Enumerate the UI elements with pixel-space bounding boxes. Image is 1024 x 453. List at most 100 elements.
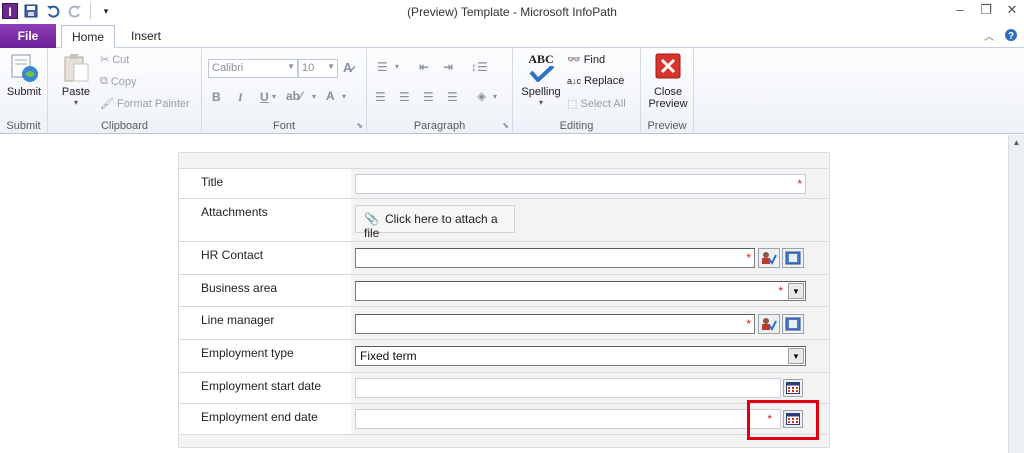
submit-icon (8, 52, 40, 84)
spelling-icon: ABC (525, 52, 557, 84)
required-marker: * (746, 251, 751, 265)
paragraph-group-label: Paragraph (413, 120, 466, 132)
paperclip-icon: 📎 (364, 212, 379, 226)
bold-button[interactable]: B (212, 90, 221, 104)
close-preview-label: Close Preview (648, 86, 688, 110)
chevron-down-icon: ▼ (327, 62, 335, 71)
paste-icon (60, 52, 92, 84)
paste-button[interactable]: Paste ▾ (56, 52, 96, 107)
find-label: Find (583, 53, 606, 66)
tab-insert[interactable]: Insert (121, 25, 171, 48)
font-dialog-launcher-icon[interactable]: ⬊ (356, 121, 363, 130)
form-row-employment-type: Employment type Fixed term ▼ (179, 339, 829, 372)
help-icon[interactable]: ? (1004, 28, 1018, 45)
underline-button[interactable]: U (260, 90, 269, 104)
bullets-dropdown-icon[interactable]: ▾ (395, 62, 399, 71)
employment-type-field-cell: Fixed term ▼ (351, 340, 829, 372)
editing-group: ABC Spelling ▾ 👓 Find a↓c Replace ⬚ Sele… (513, 48, 641, 134)
scroll-up-icon[interactable]: ▲ (1009, 135, 1024, 150)
line-manager-input[interactable]: * (355, 314, 755, 334)
select-all-button[interactable]: ⬚ Select All (567, 97, 626, 111)
font-color-dropdown-icon[interactable]: ▾ (342, 92, 346, 101)
cut-button[interactable]: ✂ Cut (100, 53, 130, 67)
ribbon-tabs: File Home Insert ︿ ? (0, 24, 1024, 48)
business-area-dropdown[interactable]: * ▼ (355, 281, 806, 301)
restore-icon[interactable]: ❐ (978, 2, 994, 18)
bullets-icon[interactable]: ☰ (377, 60, 388, 74)
employment-type-dropdown[interactable]: Fixed term ▼ (355, 346, 806, 366)
align-right-icon[interactable]: ☰ (423, 90, 434, 104)
spelling-dropdown-icon: ▾ (538, 98, 543, 107)
italic-button[interactable]: I (238, 90, 243, 105)
paste-button-label: Paste (61, 86, 91, 98)
select-all-icon: ⬚ (567, 98, 578, 110)
check-names-icon[interactable] (758, 248, 780, 268)
align-left-icon[interactable]: ☰ (375, 90, 386, 104)
underline-dropdown-icon[interactable]: ▾ (272, 92, 276, 101)
employment-start-date-input[interactable] (355, 378, 781, 398)
replace-button[interactable]: a↓c Replace (567, 75, 624, 87)
font-size-combo[interactable]: 10 ▼ (298, 59, 338, 78)
select-all-label: Select All (580, 97, 626, 110)
shading-icon[interactable]: ◈ (477, 89, 486, 103)
submit-group-label: Submit (6, 120, 41, 132)
form-row-attachments: Attachments 📎 Click here to attach a file (179, 198, 829, 241)
close-icon[interactable]: ✕ (1004, 2, 1020, 18)
submit-button[interactable]: Submit (5, 52, 43, 98)
address-book-icon[interactable] (782, 248, 804, 268)
shading-dropdown-icon[interactable]: ▾ (493, 92, 497, 101)
align-center-icon[interactable]: ☰ (399, 90, 410, 104)
line-spacing-icon[interactable]: ↕☰ (471, 60, 488, 74)
cut-label: Cut (112, 53, 130, 66)
required-marker: * (797, 177, 802, 191)
clipboard-group-label: Clipboard (100, 120, 149, 132)
hr-contact-field-cell: * (351, 242, 829, 274)
attach-file-label: Click here to attach a file (364, 212, 498, 240)
svg-text:?: ? (1008, 31, 1014, 42)
check-names-icon[interactable] (758, 314, 780, 334)
calendar-icon[interactable] (783, 379, 803, 397)
font-name-combo[interactable]: Calibri ▼ (208, 59, 298, 78)
hr-contact-label: HR Contact (179, 242, 351, 274)
employment-end-date-input[interactable]: * (355, 409, 781, 429)
title-input[interactable]: * (355, 174, 806, 194)
chevron-down-icon[interactable]: ▼ (788, 348, 804, 364)
copy-button[interactable]: ⧉ Copy (100, 75, 137, 88)
spelling-icon-text: ABC (528, 52, 554, 66)
close-preview-button[interactable]: Close Preview (645, 52, 691, 110)
window-controls: – ❐ ✕ (952, 2, 1020, 18)
format-painter-button[interactable]: 🖌 Format Painter (100, 97, 190, 111)
spelling-button[interactable]: ABC Spelling ▾ (517, 52, 565, 107)
paragraph-dialog-launcher-icon[interactable]: ⬊ (502, 121, 509, 130)
copy-label: Copy (110, 75, 137, 88)
font-color-icon[interactable]: A (326, 89, 335, 103)
line-manager-label: Line manager (179, 307, 351, 339)
minimize-ribbon-icon[interactable]: ︿ (984, 28, 994, 45)
copy-icon: ⧉ (100, 75, 108, 87)
employment-start-date-field-cell (351, 373, 829, 403)
form-row-title: Title * (179, 168, 829, 198)
font-group: Calibri ▼ 10 ▼ A̷ B I U ▾ ab⁄ ▾ A ▾ Font… (202, 48, 367, 134)
tab-home[interactable]: Home (61, 25, 116, 48)
employment-type-label: Employment type (179, 340, 351, 372)
business-area-label: Business area (179, 275, 351, 306)
window-title: (Preview) Template - Microsoft InfoPath (407, 5, 617, 19)
hr-contact-input[interactable]: * (355, 248, 755, 268)
minimize-icon[interactable]: – (952, 2, 968, 18)
highlight-dropdown-icon[interactable]: ▾ (312, 92, 316, 101)
clear-formatting-icon[interactable]: A̷ (343, 60, 352, 75)
form-row-employment-end-date: Employment end date * (179, 403, 829, 435)
chevron-down-icon: ▼ (287, 62, 295, 71)
tab-file[interactable]: File (0, 24, 56, 48)
address-book-icon[interactable] (782, 314, 804, 334)
vertical-scrollbar[interactable]: ▲ (1008, 135, 1024, 453)
font-size-value: 10 (302, 62, 315, 74)
attachments-field-cell: 📎 Click here to attach a file (351, 199, 829, 241)
increase-indent-icon[interactable]: ⇥ (443, 60, 453, 74)
justify-icon[interactable]: ☰ (447, 90, 458, 104)
find-button[interactable]: 👓 Find (567, 53, 606, 67)
decrease-indent-icon[interactable]: ⇤ (419, 60, 429, 74)
attach-file-button[interactable]: 📎 Click here to attach a file (355, 205, 515, 240)
text-highlight-icon[interactable]: ab⁄ (286, 89, 302, 103)
chevron-down-icon[interactable]: ▼ (788, 283, 804, 299)
